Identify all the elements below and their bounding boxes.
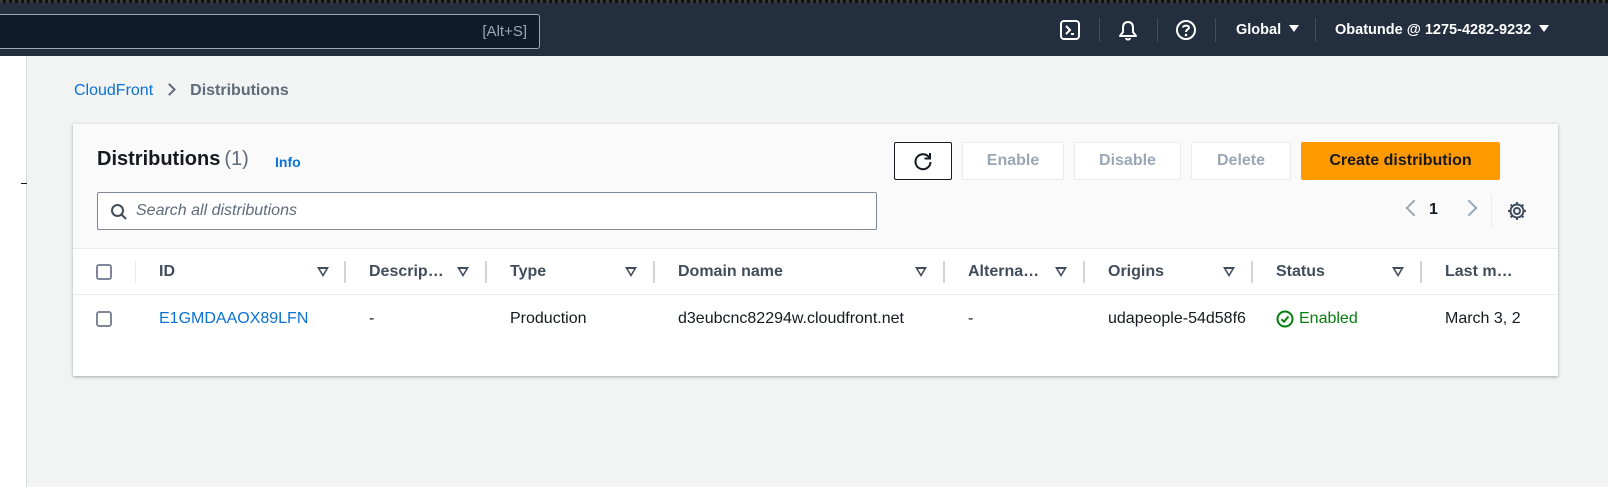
panel-title-text: Distributions	[97, 148, 221, 170]
search-icon	[111, 204, 127, 220]
column-divider[interactable]	[1420, 261, 1422, 283]
search-shortcut-hint: [Alt+S]	[482, 23, 527, 40]
sort-caret-icon[interactable]	[1223, 267, 1235, 277]
refresh-icon	[914, 153, 932, 171]
breadcrumb-cloudfront-link[interactable]: CloudFront	[74, 82, 153, 99]
column-header-origins[interactable]: Origins	[1108, 249, 1208, 295]
distributions-table-panel: Distributions (1) Info Enable Disable Del…	[73, 124, 1558, 376]
search-input[interactable]	[136, 199, 856, 223]
distributions-search[interactable]	[97, 192, 877, 230]
column-label: Domain name	[678, 263, 783, 280]
column-label: Descrip…	[369, 263, 444, 280]
enable-button[interactable]: Enable	[962, 142, 1064, 180]
column-divider[interactable]	[485, 261, 487, 283]
row-select-checkbox[interactable]	[96, 311, 112, 327]
cell-domain-name: d3eubcnc82294w.cloudfront.net	[678, 310, 904, 327]
sort-caret-icon[interactable]	[1055, 267, 1067, 277]
column-header-domain-name[interactable]: Domain name	[678, 249, 898, 295]
cell-last-modified: March 3, 2	[1445, 310, 1521, 327]
panel-title: Distributions (1)	[97, 148, 249, 171]
topbar-divider	[1215, 18, 1216, 42]
caret-down-icon	[1539, 24, 1550, 32]
side-navigation-collapsed[interactable]	[0, 56, 27, 487]
disable-button[interactable]: Disable	[1074, 142, 1181, 180]
topbar-divider	[1315, 18, 1316, 42]
sort-caret-icon[interactable]	[915, 267, 927, 277]
column-header-type[interactable]: Type	[510, 249, 610, 295]
column-divider[interactable]	[653, 261, 655, 283]
topbar-stripe	[0, 0, 1608, 3]
sort-caret-icon[interactable]	[1392, 267, 1404, 277]
column-divider[interactable]	[344, 261, 346, 283]
check-circle-icon	[1276, 310, 1294, 328]
column-divider[interactable]	[1251, 261, 1253, 283]
panel-count: (1)	[224, 148, 249, 170]
create-distribution-button[interactable]: Create distribution	[1301, 142, 1500, 180]
cell-type: Production	[510, 310, 587, 327]
help-icon[interactable]	[1175, 19, 1197, 41]
column-header-alternate-domain[interactable]: Alterna…	[968, 249, 1054, 295]
account-label: Obatunde @ 1275-4282-9232	[1335, 22, 1532, 38]
cell-alternate-domain: -	[968, 310, 974, 327]
caret-down-icon	[1289, 24, 1300, 32]
sort-caret-icon[interactable]	[625, 267, 637, 277]
sort-caret-icon[interactable]	[457, 267, 469, 277]
region-selector[interactable]: Global	[1236, 22, 1300, 38]
column-divider	[135, 261, 136, 283]
column-header-id[interactable]: ID	[159, 249, 309, 295]
cell-origins: udapeople-54d58f6	[1108, 310, 1246, 327]
column-label: Origins	[1108, 263, 1165, 280]
column-label: Type	[510, 263, 547, 280]
select-all-checkbox[interactable]	[96, 264, 112, 280]
sort-caret-icon[interactable]	[317, 267, 329, 277]
cloudshell-icon[interactable]	[1059, 19, 1081, 41]
column-label: ID	[159, 263, 175, 280]
cell-description: -	[369, 310, 375, 327]
region-label: Global	[1236, 22, 1282, 38]
column-label: Alterna…	[968, 263, 1040, 280]
panel-header: Distributions (1) Info Enable Disable Del…	[73, 124, 1558, 248]
pager-divider	[1491, 194, 1492, 228]
chevron-right-icon[interactable]	[1460, 199, 1478, 217]
bell-icon[interactable]	[1117, 19, 1139, 41]
breadcrumb-current: Distributions	[190, 82, 289, 99]
column-label: Last m…	[1445, 263, 1513, 280]
column-header-status[interactable]: Status	[1276, 249, 1376, 295]
column-divider[interactable]	[1083, 261, 1085, 283]
topbar-divider	[1099, 18, 1100, 42]
gear-icon[interactable]	[1506, 200, 1528, 222]
rail-marker	[21, 183, 27, 184]
table-header: ID Descrip… Type Domain name Alterna… Or…	[73, 248, 1558, 295]
info-link[interactable]: Info	[275, 154, 301, 170]
column-header-last-modified[interactable]: Last m…	[1445, 249, 1558, 295]
top-navigation-bar: [Alt+S] Global Obatunde @ 1275-4282-9232	[0, 0, 1608, 56]
column-divider[interactable]	[943, 261, 945, 283]
status-label: Enabled	[1299, 310, 1358, 327]
table-row[interactable]: E1GMDAAOX89LFN - Production d3eubcnc8229…	[73, 295, 1558, 343]
refresh-button[interactable]	[894, 142, 952, 180]
column-header-description[interactable]: Descrip…	[369, 249, 453, 295]
cell-status: Enabled	[1276, 295, 1416, 343]
topbar-divider	[1157, 18, 1158, 42]
chevron-left-icon[interactable]	[1405, 199, 1423, 217]
breadcrumb: CloudFront Distributions	[74, 82, 289, 100]
global-search-input[interactable]: [Alt+S]	[0, 14, 540, 49]
chevron-right-icon	[163, 83, 177, 96]
column-label: Status	[1276, 263, 1325, 280]
account-menu[interactable]: Obatunde @ 1275-4282-9232	[1335, 22, 1550, 38]
distribution-id-link[interactable]: E1GMDAAOX89LFN	[159, 295, 339, 343]
page-number[interactable]: 1	[1429, 201, 1438, 219]
delete-button[interactable]: Delete	[1191, 142, 1291, 180]
